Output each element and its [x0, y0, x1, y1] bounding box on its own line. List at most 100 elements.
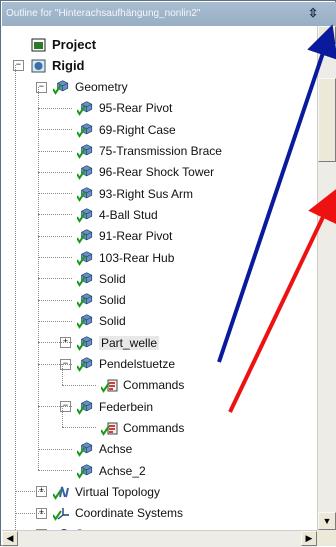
tree-item-label: 91-Rear Pivot — [99, 229, 172, 243]
tree-item-label: 93-Right Sus Arm — [99, 187, 193, 201]
part-icon — [77, 463, 95, 479]
tree-item[interactable]: Federbein — [77, 396, 153, 417]
tree-line — [38, 193, 72, 194]
tree-line — [38, 108, 72, 109]
tree-item[interactable]: 4-Ball Stud — [77, 204, 158, 225]
tree-line — [38, 278, 72, 279]
tree-item-label: Project — [52, 37, 96, 52]
tree-line — [38, 129, 72, 130]
outline-panel: Outline for "Hinterachsaufhängung_nonlin… — [0, 0, 336, 546]
part-icon — [77, 335, 95, 351]
part-icon — [77, 441, 95, 457]
tree-item[interactable]: Solid — [77, 268, 126, 289]
tree-item[interactable]: Commands — [101, 375, 184, 396]
tree-line — [62, 427, 96, 428]
tree-item-label: Commands — [123, 378, 184, 392]
horizontal-scrollbar[interactable]: ◀ ▶ — [2, 530, 317, 547]
tree-item[interactable]: 96-Rear Shock Tower — [77, 162, 214, 183]
tree-item-label: 96-Rear Shock Tower — [99, 165, 214, 179]
tree-item-label: Achse — [99, 442, 132, 456]
tree-item[interactable]: Achse — [77, 439, 132, 460]
tree-item[interactable]: 69-Right Case — [77, 119, 176, 140]
tree-line — [62, 406, 63, 427]
scroll-up-button[interactable]: ▲ — [318, 26, 336, 44]
tree-item-label: Pendelstuetze — [99, 357, 175, 371]
tree-line — [38, 342, 72, 343]
tree-item[interactable]: 91-Rear Pivot — [77, 226, 172, 247]
commands-icon — [101, 420, 119, 436]
tree-line — [62, 385, 96, 386]
tree-item-label: Geometry — [75, 80, 128, 94]
part-icon — [77, 122, 95, 138]
scroll-left-button[interactable]: ◀ — [2, 531, 18, 546]
tree-item-label: 95-Rear Pivot — [99, 101, 172, 115]
tree-item[interactable]: Commands — [101, 417, 184, 438]
tree-line — [15, 513, 47, 514]
tree-item-label: Achse_2 — [99, 464, 146, 478]
tree-item[interactable]: 95-Rear Pivot — [77, 98, 172, 119]
tree-line — [38, 449, 72, 450]
part-icon — [77, 164, 95, 180]
tree-item-label: 69-Right Case — [99, 123, 176, 137]
tree-line — [38, 321, 72, 322]
tree-item-label: Solid — [99, 293, 126, 307]
part-icon — [77, 186, 95, 202]
tree-item-label: 103-Rear Hub — [99, 251, 174, 265]
part-icon — [77, 313, 95, 329]
part-icon — [77, 207, 95, 223]
tree-item-label: Federbein — [99, 400, 153, 414]
part-icon — [77, 100, 95, 116]
part-icon — [77, 356, 95, 372]
tree-line — [38, 470, 72, 471]
coordinate-systems-icon — [53, 505, 71, 521]
tree-item-label: Coordinate Systems — [75, 506, 183, 520]
tree-item[interactable]: Virtual Topology — [53, 481, 160, 502]
tree-line — [38, 214, 72, 215]
pin-icon[interactable]: ⇳ — [308, 6, 320, 20]
tree-item[interactable]: Coordinate Systems — [53, 503, 183, 524]
part-icon — [77, 292, 95, 308]
tree-line — [15, 65, 16, 530]
tree-line — [38, 406, 72, 407]
panel-title-bar: Outline for "Hinterachsaufhängung_nonlin… — [2, 2, 336, 26]
tree-item[interactable]: Rigid — [30, 55, 85, 76]
vertical-scrollbar[interactable]: ▲ ▼ — [317, 26, 336, 530]
tree-line — [62, 364, 63, 385]
tree-item[interactable]: Pendelstuetze — [77, 354, 175, 375]
part-icon — [77, 228, 95, 244]
tree-item-label: Rigid — [52, 58, 85, 73]
tree-item[interactable]: 103-Rear Hub — [77, 247, 174, 268]
part-icon — [77, 143, 95, 159]
tree-line — [38, 300, 72, 301]
scroll-thumb[interactable] — [318, 78, 336, 162]
part-icon — [77, 250, 95, 266]
tree-item[interactable]: Solid — [77, 290, 126, 311]
part-icon — [77, 399, 95, 415]
tree-item-label: 75-Transmission Brace — [99, 144, 222, 158]
tree-item-label: Solid — [99, 314, 126, 328]
tree-item[interactable]: Part_welle — [77, 332, 159, 353]
geometry-icon — [53, 79, 71, 95]
virtual-topology-icon — [53, 484, 71, 500]
part-icon — [77, 271, 95, 287]
commands-icon — [101, 377, 119, 393]
project-icon — [30, 37, 48, 53]
tree-line — [38, 257, 72, 258]
tree-item[interactable]: Geometry — [53, 77, 128, 98]
tree-item[interactable]: 75-Transmission Brace — [77, 141, 222, 162]
tree-item-label: Commands — [123, 421, 184, 435]
tree-line — [38, 172, 72, 173]
model-icon — [30, 58, 48, 74]
tree-item-label: Virtual Topology — [75, 485, 160, 499]
tree-line — [38, 236, 72, 237]
tree-item[interactable]: 93-Right Sus Arm — [77, 183, 193, 204]
scroll-right-button[interactable]: ▶ — [301, 531, 317, 546]
tree-item[interactable]: Project — [30, 34, 96, 55]
tree-item-label: Solid — [99, 272, 126, 286]
tree-line — [15, 491, 47, 492]
scroll-down-button[interactable]: ▼ — [318, 512, 336, 530]
scrollbar-corner — [317, 530, 336, 546]
tree-item[interactable]: Solid — [77, 311, 126, 332]
tree-item[interactable]: Achse_2 — [77, 460, 146, 481]
tree-item-label: Part_welle — [99, 336, 159, 350]
